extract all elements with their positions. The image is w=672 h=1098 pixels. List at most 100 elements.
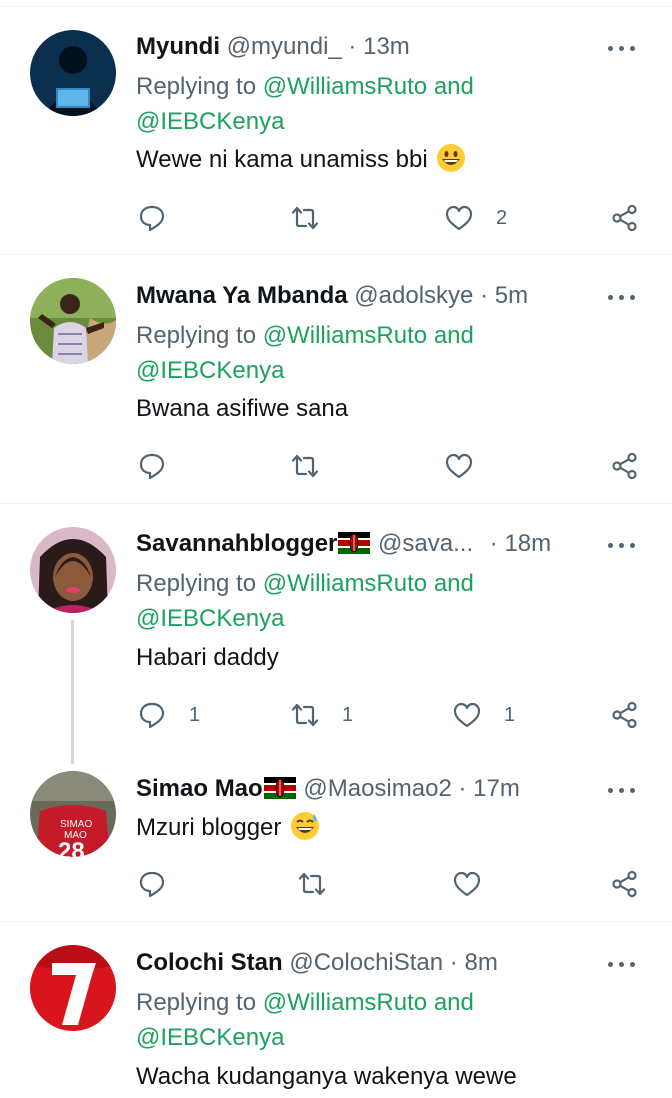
- like-button[interactable]: 2: [444, 200, 507, 236]
- replying-to-label: Replying to: [136, 570, 257, 597]
- avatar[interactable]: [30, 30, 116, 116]
- reply-button[interactable]: 1: [137, 697, 200, 733]
- mention-link[interactable]: @WilliamsRuto: [263, 570, 427, 597]
- mention-link[interactable]: @WilliamsRuto: [263, 73, 427, 100]
- tweet-actions: 2: [0, 200, 672, 236]
- display-name[interactable]: Simao Mao: [136, 775, 263, 802]
- replying-to-label: Replying to: [136, 322, 257, 349]
- mention-link[interactable]: @IEBCKenya: [136, 605, 284, 632]
- mention-link[interactable]: @IEBCKenya: [136, 357, 284, 384]
- like-button[interactable]: [452, 866, 504, 902]
- like-icon: [453, 871, 481, 897]
- tweet-text-content: Wewe ni kama unamiss bbi: [136, 146, 428, 173]
- more-icon[interactable]: [608, 38, 638, 58]
- retweet-icon: [298, 872, 326, 896]
- mention-link[interactable]: @WilliamsRuto: [263, 989, 427, 1016]
- user-handle[interactable]: @adolskye: [354, 282, 473, 309]
- tweet-divider: [0, 921, 672, 922]
- share-icon: [612, 701, 637, 729]
- like-icon: [445, 205, 473, 231]
- separator-dot: ·: [348, 33, 357, 60]
- tweet-header: Myundi @myundi_ · 13m: [136, 30, 592, 64]
- tweet-actions: [0, 448, 672, 484]
- more-icon[interactable]: [608, 287, 638, 307]
- tweet-header: Simao Mao @Maosimao2 · 17m: [136, 772, 592, 806]
- replying-to-label: Replying to: [136, 989, 257, 1016]
- retweet-icon: [291, 454, 319, 478]
- user-handle[interactable]: @Maosimao2: [303, 775, 451, 802]
- more-icon[interactable]: [608, 780, 638, 800]
- share-button[interactable]: [610, 697, 640, 733]
- more-icon[interactable]: [608, 954, 638, 974]
- share-button[interactable]: [610, 866, 640, 902]
- retweet-button[interactable]: [290, 200, 342, 236]
- retweet-button[interactable]: [290, 448, 342, 484]
- display-name[interactable]: Savannahblogger: [136, 530, 337, 557]
- reply-count: 1: [189, 703, 201, 726]
- mention-and[interactable]: and: [434, 322, 474, 349]
- user-handle[interactable]: @ColochiStan: [289, 949, 443, 976]
- avatar[interactable]: [30, 278, 116, 364]
- grinning-sweat-face-icon: [291, 812, 320, 840]
- retweet-icon: [291, 703, 319, 727]
- display-name[interactable]: Colochi Stan: [136, 949, 283, 976]
- tweet-text: Habari daddy: [136, 644, 279, 671]
- share-button[interactable]: [610, 448, 640, 484]
- share-icon: [612, 870, 637, 898]
- like-count: 1: [504, 703, 516, 726]
- like-icon: [453, 702, 481, 728]
- tweet-time[interactable]: 5m: [495, 282, 528, 309]
- tweet-text: Mzuri blogger: [136, 811, 320, 845]
- jersey-number: 28: [58, 838, 85, 857]
- like-icon: [445, 453, 473, 479]
- reply-icon: [139, 205, 165, 232]
- more-icon[interactable]: [608, 535, 638, 555]
- avatar[interactable]: [30, 945, 116, 1031]
- mention-link[interactable]: @IEBCKenya: [136, 108, 284, 135]
- thread-connector: [71, 620, 74, 764]
- reply-icon: [139, 453, 165, 480]
- mention-and[interactable]: and: [434, 989, 474, 1016]
- user-handle[interactable]: @sava...: [378, 530, 473, 557]
- mention-link[interactable]: @IEBCKenya: [136, 1024, 284, 1051]
- tweet-header: Mwana Ya Mbanda @adolskye · 5m: [136, 279, 592, 313]
- tweet-time[interactable]: 17m: [473, 775, 520, 802]
- like-button[interactable]: 1: [452, 697, 515, 733]
- tweet-actions: 1 1 1: [0, 697, 672, 733]
- kenya-flag-icon: [263, 777, 296, 799]
- tweet-divider: [0, 254, 672, 255]
- share-button[interactable]: [610, 200, 640, 236]
- tweet-time[interactable]: 13m: [363, 33, 410, 60]
- mention-and[interactable]: and: [434, 570, 474, 597]
- reply-button[interactable]: [137, 200, 189, 236]
- mention-link[interactable]: @WilliamsRuto: [263, 322, 427, 349]
- retweet-icon: [291, 206, 319, 230]
- reply-icon: [139, 702, 165, 729]
- like-count: 2: [496, 206, 508, 229]
- user-handle[interactable]: @myundi_: [227, 33, 342, 60]
- avatar[interactable]: SIMAO MAO 28: [30, 771, 116, 857]
- display-name[interactable]: Mwana Ya Mbanda: [136, 282, 348, 309]
- display-name[interactable]: Myundi: [136, 33, 220, 60]
- tweet-header: Colochi Stan @ColochiStan · 8m: [136, 946, 592, 980]
- separator-dot: ·: [480, 282, 489, 309]
- tweet-header: Savannahblogger @sava... · 18m: [136, 527, 592, 561]
- tweet-time[interactable]: 8m: [464, 949, 497, 976]
- replying-to: Replying to @WilliamsRuto and @IEBCKenya: [136, 566, 474, 636]
- separator-dot: ·: [489, 530, 498, 557]
- tweet-text: Bwana asifiwe sana: [136, 395, 349, 422]
- reply-icon: [139, 871, 165, 898]
- kenya-flag-icon: [338, 532, 371, 554]
- grinning-face-icon: [437, 144, 466, 172]
- retweet-button[interactable]: [297, 866, 349, 902]
- replying-to-label: Replying to: [136, 73, 257, 100]
- mention-and[interactable]: and: [434, 73, 474, 100]
- reply-button[interactable]: [137, 448, 189, 484]
- retweet-button[interactable]: 1: [290, 697, 353, 733]
- tweet-time[interactable]: 18m: [504, 530, 551, 557]
- reply-button[interactable]: [137, 866, 189, 902]
- separator-dot: ·: [458, 775, 467, 802]
- share-icon: [612, 204, 637, 232]
- like-button[interactable]: [444, 448, 496, 484]
- avatar[interactable]: [30, 527, 116, 613]
